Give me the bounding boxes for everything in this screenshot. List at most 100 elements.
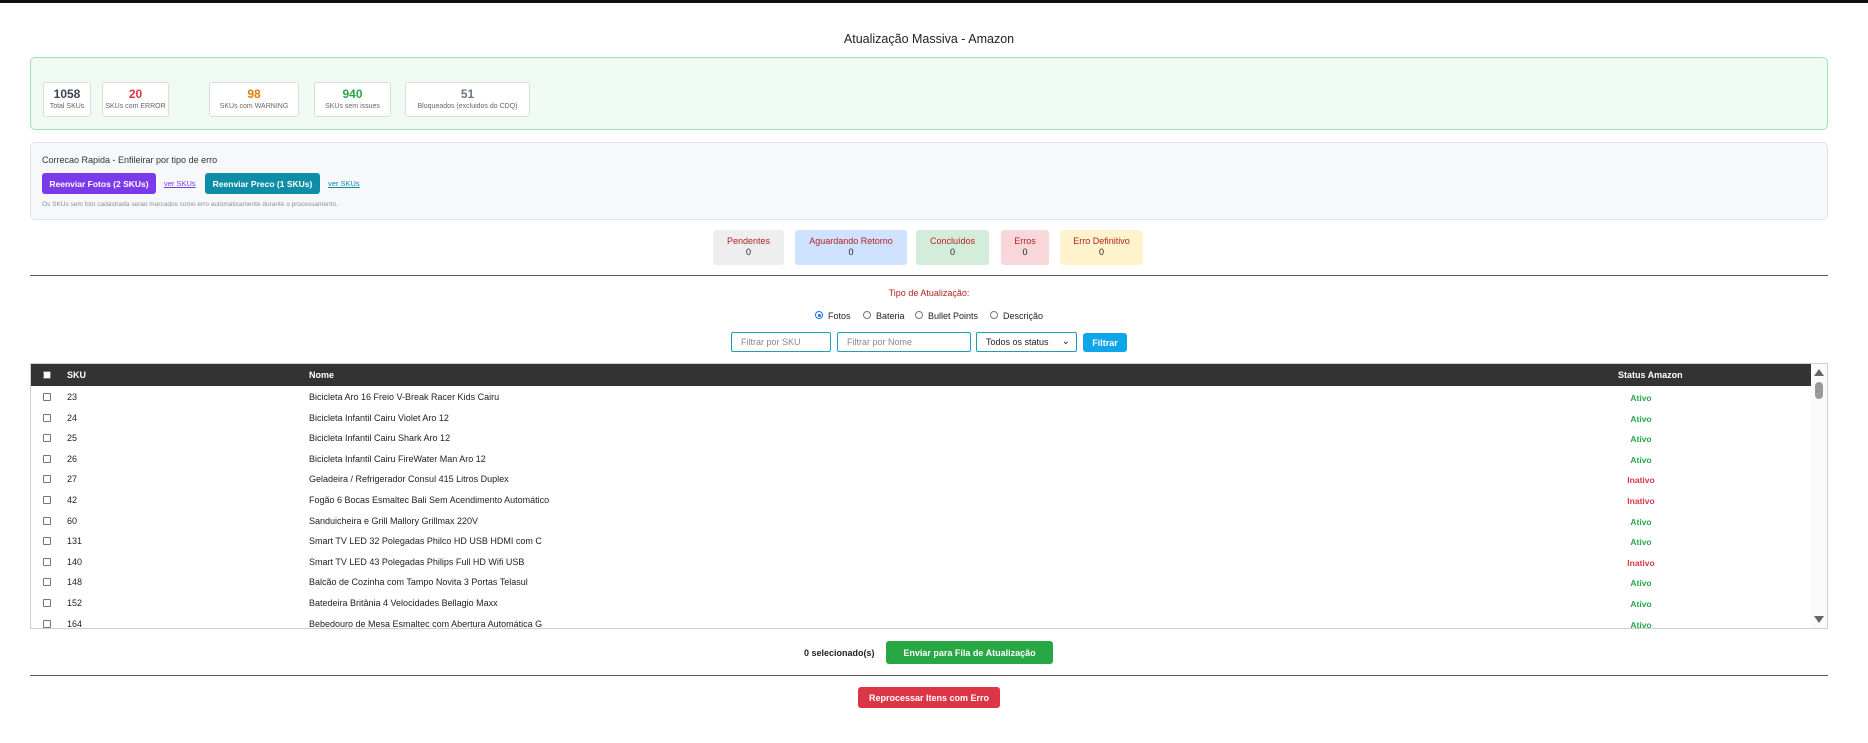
selected-count: 0 selecionado(s) bbox=[804, 648, 875, 658]
counter-value: 0 bbox=[949, 247, 955, 257]
cell-status: Ativo bbox=[1630, 619, 1652, 629]
row-checkbox[interactable] bbox=[43, 496, 51, 504]
page-title: Atualização Massiva - Amazon bbox=[843, 32, 1015, 46]
update-type-options: Fotos Bateria Bullet Points Descrição bbox=[815, 309, 1055, 323]
table-scrollbar[interactable] bbox=[1811, 364, 1827, 628]
counter-value: 0 bbox=[848, 247, 854, 257]
cell-nome: Balcão de Cozinha com Tampo Novita 3 Por… bbox=[309, 577, 528, 588]
quick-fix-title: Correcao Rapida - Enfileirar por tipo de… bbox=[42, 155, 218, 165]
cell-nome: Smart TV LED 43 Polegadas Philips Full H… bbox=[309, 556, 525, 567]
radio-bullet-points[interactable] bbox=[915, 311, 923, 319]
stat-blocked: 51 Bloqueados (excluidos do CDQ) bbox=[405, 82, 530, 117]
cell-nome: Geladeira / Refrigerador Consul 415 Litr… bbox=[309, 474, 509, 485]
cell-status: Inativo bbox=[1627, 496, 1655, 506]
cell-nome: Fogão 6 Bocas Esmaltec Bali Sem Acendime… bbox=[309, 495, 550, 505]
cell-sku: 152 bbox=[67, 598, 83, 608]
name-filter-input[interactable] bbox=[837, 332, 971, 352]
update-type-label: Tipo de Atualização: bbox=[888, 288, 970, 298]
cell-sku: 140 bbox=[67, 556, 83, 567]
table-row[interactable]: 23 Bicicleta Aro 16 Freio V-Break Racer K… bbox=[31, 387, 1811, 408]
table-row[interactable]: 152 Batedeira Britânia 4 Velocidades Bell… bbox=[31, 593, 1811, 614]
row-checkbox[interactable] bbox=[43, 413, 51, 422]
resend-price-button[interactable]: Reenviar Preco (1 SKUs) bbox=[205, 173, 320, 194]
table-row[interactable]: 164 Bebedouro de Mesa Esmaltec com Abertu… bbox=[31, 614, 1811, 629]
table-row[interactable]: 131 Smart TV LED 32 Polegadas Philco HD U… bbox=[31, 531, 1811, 552]
stat-value: 20 bbox=[128, 87, 143, 101]
row-checkbox[interactable] bbox=[43, 599, 51, 607]
counter-label: Erro Definitivo bbox=[1073, 236, 1130, 246]
stat-value: 1058 bbox=[53, 87, 81, 101]
cell-nome: Batedeira Britânia 4 Velocidades Bellagi… bbox=[309, 598, 498, 608]
counter-definitive-error: Erro Definitivo 0 bbox=[1060, 230, 1143, 265]
row-checkbox[interactable] bbox=[43, 393, 51, 401]
chevron-down-icon: ⌄ bbox=[1061, 336, 1070, 347]
table-row[interactable]: 24 Bicicleta Infantil Cairu Violet Aro 12… bbox=[31, 408, 1811, 429]
cell-status: Ativo bbox=[1630, 393, 1652, 403]
view-price-skus-link[interactable]: ver SKUs bbox=[328, 179, 360, 188]
stat-label: Bloqueados (excluidos do CDQ) bbox=[417, 103, 518, 110]
row-checkbox[interactable] bbox=[43, 578, 51, 587]
scrollbar-thumb[interactable] bbox=[1815, 382, 1823, 399]
scroll-up-arrow-icon[interactable] bbox=[1814, 369, 1824, 376]
row-checkbox[interactable] bbox=[43, 619, 51, 628]
radio-descricao[interactable] bbox=[990, 311, 998, 319]
stat-label: SKUs sem issues bbox=[325, 103, 380, 110]
stat-label: Total SKUs bbox=[49, 103, 85, 110]
counter-label: Erros bbox=[1014, 236, 1036, 246]
divider bbox=[30, 275, 1828, 276]
counter-label: Pendentes bbox=[726, 236, 771, 246]
cell-sku: 148 bbox=[67, 577, 83, 588]
quick-fix-panel: Correcao Rapida - Enfileirar por tipo de… bbox=[30, 142, 1828, 220]
counter-value: 0 bbox=[1098, 247, 1104, 257]
radio-bateria[interactable] bbox=[863, 311, 871, 319]
view-photo-skus-link[interactable]: ver SKUs bbox=[164, 179, 196, 188]
status-filter-select[interactable]: Todos os status ⌄ bbox=[976, 332, 1077, 352]
table-row[interactable]: 25 Bicicleta Infantil Cairu Shark Aro 12 A… bbox=[31, 428, 1811, 449]
quick-fix-note: Os SKUs sem foto cadastrada serao marcad… bbox=[42, 201, 338, 208]
row-checkbox[interactable] bbox=[43, 434, 51, 443]
counter-awaiting-return: Aguardando Retorno 0 bbox=[795, 230, 907, 265]
stat-skus-warning: 98 SKUs com WARNING bbox=[209, 82, 299, 117]
table-row[interactable]: 26 Bicicleta Infantil Cairu FireWater Man… bbox=[31, 449, 1811, 470]
sku-summary-panel: 1058 Total SKUs 20 SKUs com ERROR 98 SKU… bbox=[30, 57, 1828, 130]
reprocess-errors-button[interactable]: Reprocessar Itens com Erro bbox=[858, 687, 1000, 708]
column-header-nome: Nome bbox=[309, 370, 335, 380]
cell-nome: Bebedouro de Mesa Esmaltec com Abertura … bbox=[309, 618, 543, 629]
table-row[interactable]: 148 Balcão de Cozinha com Tampo Novita 3 … bbox=[31, 572, 1811, 593]
table-row[interactable]: 140 Smart TV LED 43 Polegadas Philips Ful… bbox=[31, 552, 1811, 573]
cell-status: Ativo bbox=[1630, 537, 1652, 548]
row-checkbox[interactable] bbox=[43, 516, 51, 525]
stat-label: SKUs com ERROR bbox=[105, 103, 166, 110]
table-row[interactable]: 60 Sanduicheira e Grill Mallory Grillmax … bbox=[31, 511, 1811, 532]
radio-fotos[interactable] bbox=[815, 311, 823, 319]
cell-sku: 60 bbox=[67, 515, 78, 526]
cell-sku: 24 bbox=[67, 412, 78, 423]
row-checkbox[interactable] bbox=[43, 557, 51, 566]
cell-nome: Sanduicheira e Grill Mallory Grillmax 22… bbox=[309, 515, 479, 526]
window-top-border bbox=[0, 0, 1868, 3]
cell-sku: 27 bbox=[67, 474, 78, 485]
resend-photos-button[interactable]: Reenviar Fotos (2 SKUs) bbox=[42, 173, 156, 194]
stat-value: 98 bbox=[247, 87, 261, 101]
send-to-queue-button[interactable]: Enviar para Fila de Atualização bbox=[886, 641, 1053, 664]
column-header-status: Status Amazon bbox=[1618, 370, 1683, 380]
stat-value: 940 bbox=[342, 87, 363, 101]
radio-label-fotos: Fotos bbox=[828, 311, 851, 321]
cell-sku: 164 bbox=[67, 618, 83, 629]
table-row[interactable]: 42 Fogão 6 Bocas Esmaltec Bali Sem Acendi… bbox=[31, 490, 1811, 511]
scroll-down-arrow-icon[interactable] bbox=[1814, 616, 1824, 623]
filter-button[interactable]: Filtrar bbox=[1083, 333, 1127, 352]
cell-status: Ativo bbox=[1630, 516, 1652, 527]
row-checkbox[interactable] bbox=[43, 475, 51, 484]
cell-sku: 42 bbox=[67, 495, 78, 505]
radio-label-descricao: Descrição bbox=[1003, 311, 1044, 321]
radio-label-bullet-points: Bullet Points bbox=[928, 311, 979, 321]
cell-status: Inativo bbox=[1627, 475, 1655, 486]
row-checkbox[interactable] bbox=[43, 537, 51, 546]
cell-nome: Bicicleta Aro 16 Freio V-Break Racer Kid… bbox=[309, 392, 500, 402]
row-checkbox[interactable] bbox=[43, 454, 51, 463]
select-all-checkbox[interactable] bbox=[43, 371, 51, 379]
sku-filter-input[interactable] bbox=[731, 332, 831, 352]
table-row[interactable]: 27 Geladeira / Refrigerador Consul 415 Li… bbox=[31, 469, 1811, 490]
status-filter-value: Todos os status bbox=[986, 337, 1049, 347]
